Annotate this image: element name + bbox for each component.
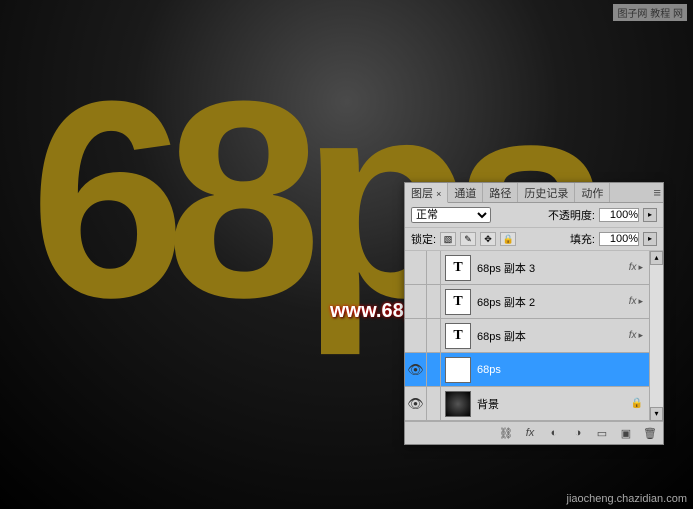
- fill-slider-icon[interactable]: ▸: [643, 232, 657, 246]
- layer-row[interactable]: T68ps 副本 3fx▸: [405, 251, 649, 285]
- opacity-slider-icon[interactable]: ▸: [643, 208, 657, 222]
- top-watermark: 图子网 教程 网: [613, 4, 687, 21]
- tab-channels[interactable]: 通道: [448, 183, 483, 202]
- text-layer-thumb-icon[interactable]: T: [445, 289, 471, 315]
- tab-layers-label: 图层: [411, 188, 433, 200]
- lock-pixels-icon[interactable]: ✎: [460, 232, 476, 246]
- link-layers-icon[interactable]: ⛓: [497, 425, 515, 441]
- lock-label: 锁定:: [411, 231, 436, 247]
- layers-list: T68ps 副本 3fx▸T68ps 副本 2fx▸T68ps 副本fx▸👁T6…: [405, 251, 663, 421]
- scroll-down-icon[interactable]: ▾: [650, 407, 663, 421]
- layer-name-label[interactable]: 68ps 副本 2: [475, 294, 629, 310]
- lock-position-icon[interactable]: ✥: [480, 232, 496, 246]
- layer-name-label[interactable]: 68ps: [475, 364, 649, 376]
- layer-fx-badge[interactable]: fx: [629, 296, 639, 307]
- tab-paths[interactable]: 路径: [483, 183, 518, 202]
- layers-panel: 图层 × 通道 路径 历史记录 动作 ≡ 正常 不透明度: ▸ 锁定: ▧ ✎ …: [404, 182, 664, 445]
- visibility-toggle[interactable]: 👁: [405, 353, 427, 386]
- blend-mode-select[interactable]: 正常: [411, 207, 491, 223]
- bottom-watermark: jiaocheng.chazidian.com: [567, 493, 687, 505]
- visibility-toggle[interactable]: [405, 319, 427, 352]
- text-layer-thumb-icon[interactable]: T: [445, 323, 471, 349]
- tab-history[interactable]: 历史记录: [518, 183, 575, 202]
- tab-layers[interactable]: 图层 ×: [405, 183, 448, 203]
- layer-style-icon[interactable]: fx: [521, 425, 539, 441]
- layer-row[interactable]: 👁 T 68ps: [405, 353, 649, 387]
- opacity-label: 不透明度:: [548, 207, 595, 223]
- link-col[interactable]: [427, 319, 441, 352]
- fill-label: 填充:: [570, 231, 595, 247]
- link-col[interactable]: [427, 285, 441, 318]
- layer-group-icon[interactable]: ▭: [593, 425, 611, 441]
- blend-opacity-row: 正常 不透明度: ▸: [405, 203, 663, 228]
- adjustment-layer-icon[interactable]: ◑: [569, 425, 587, 441]
- chevron-right-icon[interactable]: ▸: [638, 262, 649, 273]
- scroll-up-icon[interactable]: ▴: [650, 251, 663, 265]
- layer-name-label[interactable]: 背景: [475, 396, 631, 412]
- delete-layer-icon[interactable]: 🗑: [641, 425, 659, 441]
- layer-mask-icon[interactable]: ◐: [545, 425, 563, 441]
- lock-transparency-icon[interactable]: ▧: [440, 232, 456, 246]
- layer-row[interactable]: T68ps 副本fx▸: [405, 319, 649, 353]
- eye-icon: 👁: [407, 362, 424, 378]
- text-layer-thumb-icon[interactable]: T: [445, 357, 471, 383]
- panel-tabs: 图层 × 通道 路径 历史记录 动作 ≡: [405, 183, 663, 203]
- link-col[interactable]: [427, 353, 441, 386]
- canvas-background: 68ps www.68ps.com 图子网 教程 网 jiaocheng.cha…: [0, 0, 693, 509]
- tab-actions[interactable]: 动作: [575, 183, 610, 202]
- layer-fx-badge[interactable]: fx: [629, 330, 639, 341]
- text-layer-thumb-icon[interactable]: T: [445, 255, 471, 281]
- chevron-right-icon[interactable]: ▸: [638, 296, 649, 307]
- lock-all-icon[interactable]: 🔒: [500, 232, 516, 246]
- panel-menu-icon[interactable]: ≡: [653, 185, 661, 200]
- chevron-right-icon[interactable]: ▸: [638, 330, 649, 341]
- new-layer-icon[interactable]: ▣: [617, 425, 635, 441]
- scrollbar[interactable]: ▴ ▾: [649, 251, 663, 421]
- tab-close-icon[interactable]: ×: [436, 189, 441, 199]
- layer-row[interactable]: T68ps 副本 2fx▸: [405, 285, 649, 319]
- visibility-toggle[interactable]: [405, 251, 427, 284]
- visibility-toggle[interactable]: [405, 285, 427, 318]
- fill-input[interactable]: [599, 232, 639, 246]
- lock-icon: 🔒: [631, 398, 649, 409]
- layer-name-label[interactable]: 68ps 副本 3: [475, 260, 629, 276]
- lock-fill-row: 锁定: ▧ ✎ ✥ 🔒 填充: ▸: [405, 228, 663, 251]
- panel-footer: ⛓ fx ◐ ◑ ▭ ▣ 🗑: [405, 421, 663, 444]
- visibility-toggle[interactable]: 👁: [405, 387, 427, 420]
- layer-name-label[interactable]: 68ps 副本: [475, 328, 629, 344]
- layer-row[interactable]: 👁 背景🔒: [405, 387, 649, 421]
- layers-list-wrap: T68ps 副本 3fx▸T68ps 副本 2fx▸T68ps 副本fx▸👁T6…: [405, 251, 663, 421]
- fx-footer-label: fx: [526, 427, 535, 439]
- opacity-input[interactable]: [599, 208, 639, 222]
- link-col[interactable]: [427, 251, 441, 284]
- background-thumb-icon[interactable]: [445, 391, 471, 417]
- eye-icon: 👁: [407, 396, 424, 412]
- link-col[interactable]: [427, 387, 441, 420]
- layer-fx-badge[interactable]: fx: [629, 262, 639, 273]
